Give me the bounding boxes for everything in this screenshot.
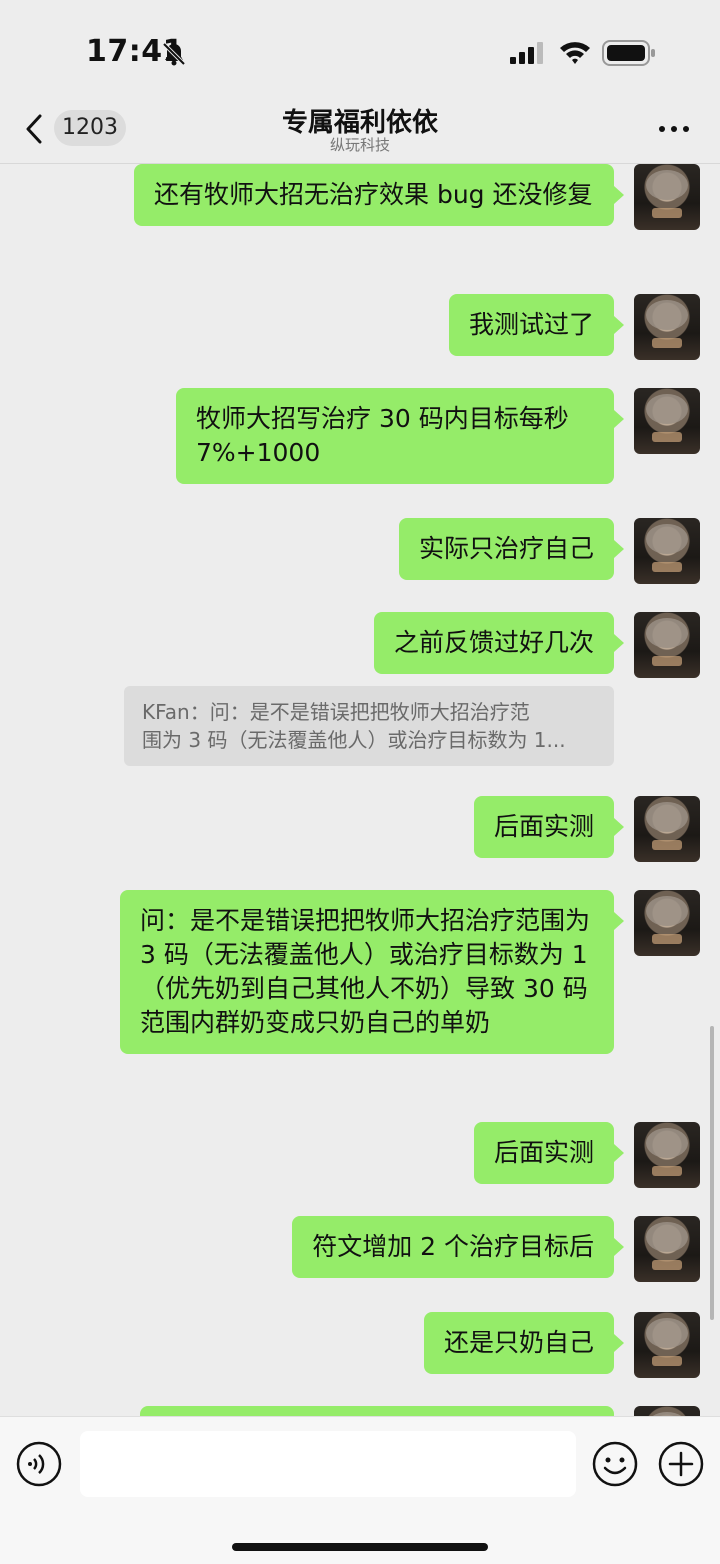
message-bubble[interactable]: 符文增加 2 个治疗目标后 (292, 1216, 624, 1278)
message-bubble[interactable]: 实际只治疗自己 (398, 518, 625, 580)
message-bubble[interactable]: 后面实测 (473, 1122, 625, 1184)
message-bubble[interactable]: 问：是不是错误把把牧师大招治疗范围为 3 码（无法覆盖他人）或治疗目标数为 1（… (120, 890, 624, 1054)
battery-icon (602, 40, 655, 66)
avatar[interactable] (634, 388, 700, 454)
message-row: 后面实测 (473, 796, 700, 862)
quote-line: 围为 3 码（无法覆盖他人）或治疗目标数为 1... (142, 728, 566, 752)
voice-icon[interactable] (16, 1441, 62, 1487)
avatar[interactable] (634, 796, 700, 862)
message-row: 牧师大招写治疗 30 码内目标每秒7%+1000 (176, 388, 700, 484)
message-bubble[interactable]: 还是只奶自己 (423, 1312, 625, 1374)
message-bubble[interactable]: 我测试过了 (448, 294, 625, 356)
status-bar: 17:41 (0, 0, 720, 100)
plus-icon[interactable] (658, 1441, 704, 1487)
message-bubble[interactable]: 还有牧师大招无治疗效果 bug 还没修复 (134, 164, 624, 226)
avatar[interactable] (634, 294, 700, 360)
quote-line: KFan：问：是不是错误把把牧师大招治疗范 (142, 700, 530, 724)
avatar[interactable] (634, 518, 700, 584)
message-row: 还是只奶自己 (423, 1312, 700, 1378)
avatar[interactable] (634, 1216, 700, 1282)
avatar[interactable] (634, 1406, 700, 1416)
avatar[interactable] (634, 1122, 700, 1188)
bell-muted-icon (162, 42, 186, 66)
message-row: 还有牧师大招无治疗效果 bug 还没修复 (134, 164, 700, 230)
avatar[interactable] (634, 164, 700, 230)
signal-icon (510, 42, 543, 64)
message-row: 符文增加 2 个治疗目标后 (292, 1216, 700, 1282)
quoted-message[interactable]: KFan：问：是不是错误把把牧师大招治疗范 围为 3 码（无法覆盖他人）或治疗目… (124, 686, 614, 766)
message-row: 问：是不是错误把把牧师大招治疗范围为 3 码（无法覆盖他人）或治疗目标数为 1（… (120, 890, 700, 1054)
input-bar (0, 1416, 720, 1564)
message-row: 我测试过了 (448, 294, 700, 360)
avatar[interactable] (634, 1312, 700, 1378)
chat-subtitle: 纵玩科技 (329, 136, 390, 154)
message-list[interactable]: 还有牧师大招无治疗效果 bug 还没修复 我测试过了 牧师大招写治疗 30 码内… (0, 164, 720, 1416)
message-bubble[interactable]: 之前反馈过好几次 (373, 612, 625, 674)
chat-header: 1203 专属福利依依 纵玩科技 (0, 100, 720, 164)
message-row: 后面实测 (473, 1122, 700, 1188)
message-row: 实际只治疗自己 (398, 518, 700, 584)
home-indicator (232, 1543, 488, 1551)
avatar[interactable] (634, 612, 700, 678)
scrollbar[interactable] (710, 1026, 714, 1320)
message-bubble[interactable]: 牧师大招写治疗 30 码内目标每秒7%+1000 (176, 388, 624, 484)
message-bubble[interactable] (140, 1406, 614, 1416)
message-row: 之前反馈过好几次 (373, 612, 700, 678)
message-input[interactable] (80, 1431, 576, 1497)
message-row (140, 1406, 700, 1416)
avatar[interactable] (634, 890, 700, 956)
wifi-icon (560, 42, 590, 64)
message-bubble[interactable]: 后面实测 (473, 796, 625, 858)
emoji-icon[interactable] (592, 1441, 638, 1487)
more-dots-icon[interactable] (654, 114, 694, 144)
